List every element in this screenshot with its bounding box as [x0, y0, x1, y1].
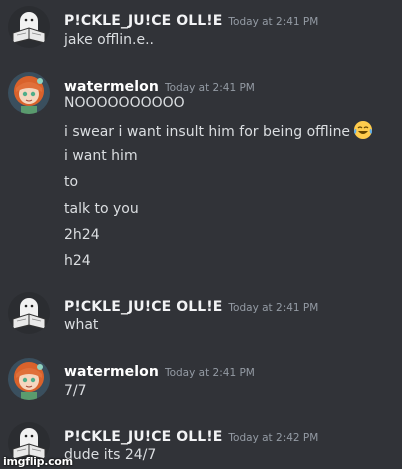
chat-log: P!CKLE_JU!CE OLL!E Today at 2:41 PM jake …	[0, 0, 402, 469]
avatar[interactable]	[8, 72, 50, 114]
username[interactable]: watermelon	[64, 364, 159, 380]
message-header: P!CKLE_JU!CE OLL!E Today at 2:42 PM	[64, 426, 318, 445]
message-text: dude its 24/7	[64, 447, 157, 463]
timestamp: Today at 2:42 PM	[228, 432, 319, 444]
face-with-tears-of-joy-icon	[353, 120, 373, 140]
anime-girl-avatar-icon	[8, 72, 50, 114]
message-header: P!CKLE_JU!CE OLL!E Today at 2:41 PM	[64, 10, 318, 29]
message-text: i swear i want insult him for being offl…	[64, 124, 351, 140]
message-text: i want him	[64, 148, 138, 164]
message-text-with-emoji: i swear i want insult him for being offl…	[64, 120, 373, 140]
message-text: h24	[64, 253, 91, 269]
message-text: talk to you	[64, 201, 139, 217]
timestamp: Today at 2:41 PM	[228, 16, 319, 28]
message-header: watermelon Today at 2:41 PM	[64, 361, 255, 380]
message-text: 7/7	[64, 383, 87, 399]
timestamp: Today at 2:41 PM	[164, 367, 255, 379]
message-text: NOOOOOOOOOO	[64, 95, 185, 111]
avatar[interactable]	[8, 358, 50, 400]
message-text: to	[64, 174, 79, 190]
ghost-reading-avatar-icon	[8, 6, 50, 48]
timestamp: Today at 2:41 PM	[164, 82, 255, 94]
timestamp: Today at 2:41 PM	[228, 302, 319, 314]
avatar[interactable]	[8, 6, 50, 48]
username[interactable]: watermelon	[64, 79, 159, 95]
message-text: jake offlin.e..	[64, 32, 154, 48]
message-header: P!CKLE_JU!CE OLL!E Today at 2:41 PM	[64, 296, 318, 315]
username[interactable]: P!CKLE_JU!CE OLL!E	[64, 13, 222, 29]
message-text: what	[64, 317, 99, 333]
username[interactable]: P!CKLE_JU!CE OLL!E	[64, 299, 222, 315]
message-text: 2h24	[64, 227, 100, 243]
message-header: watermelon Today at 2:41 PM	[64, 76, 255, 95]
imgflip-watermark: imgflip.com	[3, 455, 73, 468]
ghost-reading-avatar-icon	[8, 292, 50, 334]
anime-girl-avatar-icon	[8, 358, 50, 400]
avatar[interactable]	[8, 292, 50, 334]
username[interactable]: P!CKLE_JU!CE OLL!E	[64, 429, 222, 445]
